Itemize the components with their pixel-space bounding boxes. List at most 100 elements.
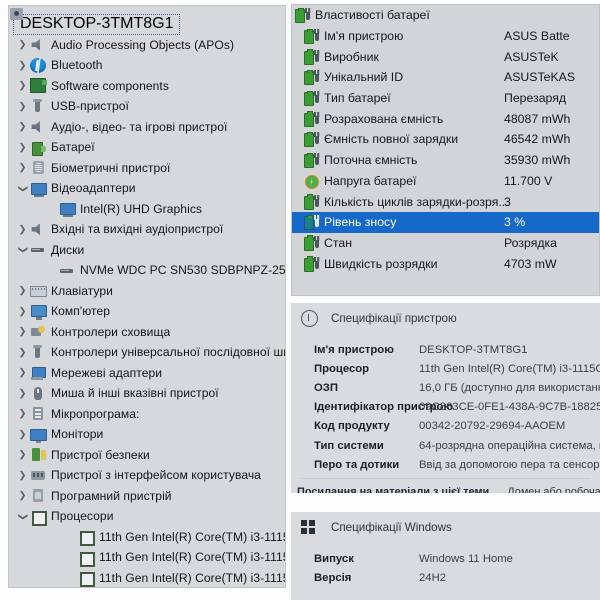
- battery-row[interactable]: Поточна ємність 35930 mWh: [292, 150, 599, 171]
- related-links-heading: Посилання на матеріали з цієї теми: [297, 486, 490, 493]
- tree-node[interactable]: ❯ Комп'ютер: [9, 301, 285, 322]
- chevron-right-icon[interactable]: ❯: [16, 327, 29, 337]
- battery-plug-icon: [304, 152, 321, 169]
- device-manager-tree-panel[interactable]: DESKTOP-3TMT8G1 ❯ Audio Processing Object…: [8, 5, 286, 588]
- tree-node-list[interactable]: ❯ Audio Processing Objects (APOs) ❯ Bluetoo…: [9, 35, 285, 587]
- spec-row: Тип системи 64-розрядна операційна систем…: [291, 436, 600, 455]
- tree-node[interactable]: ❯ Програмний пристрій: [9, 486, 285, 507]
- disk-icon: [59, 263, 75, 278]
- tree-node[interactable]: ❯ Bluetooth: [9, 55, 285, 76]
- device-tree[interactable]: DESKTOP-3TMT8G1 ❯ Audio Processing Object…: [9, 6, 285, 587]
- battery-row[interactable]: Стан Розрядка: [292, 233, 599, 254]
- chevron-down-icon[interactable]: ❯: [17, 243, 28, 256]
- battery-icon: [30, 140, 46, 156]
- tree-node[interactable]: ❯ Клавіатури: [9, 281, 285, 302]
- chevron-right-icon[interactable]: ❯: [16, 450, 29, 460]
- battery-row-selected[interactable]: Рівень зносу 3 %: [292, 211, 599, 233]
- battery-row-label: Тип батареї: [324, 91, 391, 106]
- chevron-down-icon[interactable]: ❯: [17, 510, 28, 523]
- tree-node[interactable]: ❯ Батареї: [9, 137, 285, 158]
- spec-row: ОЗП 16,0 ГБ (доступно для використання:: [291, 378, 600, 397]
- spec-row: Версія 24H2: [291, 568, 600, 587]
- tree-node[interactable]: ❯ Пристрої безпеки: [9, 445, 285, 466]
- tree-node[interactable]: ❯ Мікропрограма:: [9, 404, 285, 425]
- tree-node[interactable]: ❯ Мережеві адаптери: [9, 363, 285, 384]
- tree-node[interactable]: ❯ USB-пристрої: [9, 96, 285, 117]
- tree-node[interactable]: ❯ Пристрої з інтерфейсом користувача: [9, 465, 285, 486]
- chevron-right-icon[interactable]: ❯: [16, 81, 29, 91]
- spec-key: Ідентифікатор пристрою: [314, 401, 454, 414]
- tree-node[interactable]: ❯ Software components: [9, 76, 285, 97]
- spec-value: DESKTOP-3TMT8G1: [419, 343, 528, 356]
- tree-node[interactable]: Intel(R) UHD Graphics: [9, 199, 285, 220]
- battery-plug-icon: [304, 69, 321, 86]
- tree-node[interactable]: ❯ Відеоадаптери: [9, 178, 285, 199]
- battery-row[interactable]: Розрахована ємність 48087 mWh: [292, 108, 599, 129]
- tree-node[interactable]: 11th Gen Intel(R) Core(TM) i3-1115G4 @ 3…: [9, 527, 285, 548]
- chevron-right-icon[interactable]: ❯: [16, 101, 29, 112]
- tree-root-node[interactable]: DESKTOP-3TMT8G1: [10, 8, 180, 35]
- spec-row: Код продукту 00342-20792-29694-AAOEM: [291, 417, 600, 436]
- tree-node[interactable]: ❯ Контролери універсальної послідовної ши…: [9, 342, 285, 363]
- tree-node[interactable]: 11th Gen Intel(R) Core(TM) i3-1115G4 @ 3…: [9, 547, 285, 568]
- chevron-right-icon[interactable]: ❯: [16, 470, 29, 481]
- battery-row[interactable]: Ім'я пристрою ASUS Batte: [292, 26, 599, 47]
- battery-row-value: 35930 mWh: [504, 153, 571, 168]
- related-links-row[interactable]: Посилання на матеріали з цієї теми Домен…: [291, 479, 600, 493]
- speaker-icon: [30, 119, 46, 134]
- chip-icon: [30, 78, 47, 94]
- chevron-right-icon[interactable]: ❯: [16, 368, 29, 378]
- battery-row[interactable]: Кількість циклів зарядки-розря... 3: [292, 191, 599, 212]
- link-domain-or-workgroup[interactable]: Домен або робоча група: [507, 486, 600, 493]
- tree-node[interactable]: ❯ Вхідні та вихідні аудіопристрої: [9, 219, 285, 240]
- tree-node-label: Intel(R) UHD Graphics: [80, 201, 203, 216]
- tree-node-label: Програмний пристрій: [51, 488, 172, 503]
- chevron-right-icon[interactable]: ❯: [16, 409, 29, 419]
- chevron-right-icon[interactable]: ❯: [16, 388, 29, 399]
- tree-node[interactable]: ❯ Диски: [9, 240, 285, 261]
- battery-row[interactable]: Унікальний ID ASUSTeKAS: [292, 67, 599, 88]
- battery-row-label: Розрахована ємність: [324, 111, 444, 126]
- battery-properties-rows[interactable]: Ім'я пристрою ASUS Batte Виробник ASUSTeK Ун…: [292, 26, 599, 274]
- tree-node-label: Bluetooth: [51, 58, 103, 73]
- tree-node-label: Мережеві адаптери: [51, 365, 163, 380]
- battery-row-value: 3: [504, 194, 511, 209]
- tree-node-label: Батареї: [51, 140, 95, 155]
- tree-node[interactable]: NVMe WDC PC SN530 SDBPNPZ-256G-1002: [9, 260, 285, 281]
- chevron-right-icon[interactable]: ❯: [16, 60, 29, 71]
- tree-node[interactable]: ❯ Контролери сховища: [9, 322, 285, 343]
- chevron-right-icon[interactable]: ❯: [16, 40, 29, 50]
- tree-node[interactable]: ❯ Монітори: [9, 424, 285, 445]
- chevron-right-icon[interactable]: ❯: [16, 122, 29, 132]
- chevron-right-icon[interactable]: ❯: [16, 286, 29, 296]
- chevron-right-icon[interactable]: ❯: [16, 163, 29, 173]
- tree-node[interactable]: ❯ Миша й інші вказівні пристрої: [9, 383, 285, 404]
- tree-node[interactable]: ❯ Аудіо-, відео- та ігрові пристрої: [9, 117, 285, 138]
- chevron-right-icon[interactable]: ❯: [16, 347, 29, 358]
- windows-specifications-title: Специфікації Windows: [331, 520, 452, 534]
- tree-node-label: Відеоадаптери: [51, 181, 136, 196]
- chevron-right-icon[interactable]: ❯: [16, 224, 29, 235]
- chevron-right-icon[interactable]: ❯: [16, 306, 29, 317]
- speaker-icon: [30, 222, 46, 237]
- tree-node[interactable]: ❯ Процесори: [9, 506, 285, 527]
- battery-properties-panel[interactable]: Властивості батареї Ім'я пристрою ASUS Ba…: [291, 4, 600, 296]
- spec-value: Ввід за допомогою пера та сенсорни: [419, 458, 600, 471]
- battery-row[interactable]: Швидкість розрядки 4703 mW: [292, 253, 599, 274]
- battery-row[interactable]: Ємність повної зарядки 46542 mWh: [292, 129, 599, 150]
- chevron-right-icon[interactable]: ❯: [16, 142, 29, 153]
- bluetooth-icon: [30, 57, 46, 73]
- tree-node-label: Миша й інші вказівні пристрої: [51, 386, 219, 401]
- tree-node[interactable]: 11th Gen Intel(R) Core(TM) i3-1115G4 @ 3…: [9, 568, 285, 587]
- battery-row[interactable]: Тип батареї Перезаряд: [292, 88, 599, 109]
- chevron-right-icon[interactable]: ❯: [16, 429, 29, 440]
- battery-row[interactable]: Виробник ASUSTeK: [292, 46, 599, 67]
- battery-row[interactable]: Напруга батареї 11.700 V: [292, 171, 599, 192]
- tree-node-label: 11th Gen Intel(R) Core(TM) i3-1115G4 @ 3…: [99, 550, 285, 565]
- tree-node[interactable]: ❯ Біометричні пристрої: [9, 158, 285, 179]
- chevron-right-icon[interactable]: ❯: [16, 491, 29, 501]
- tree-node-label: Процесори: [51, 509, 114, 524]
- chevron-down-icon[interactable]: ❯: [17, 182, 28, 195]
- tree-node[interactable]: ❯ Audio Processing Objects (APOs): [9, 35, 285, 56]
- spec-row: Ідентифікатор пристрою 09C863CE-0FE1-438A…: [291, 398, 600, 417]
